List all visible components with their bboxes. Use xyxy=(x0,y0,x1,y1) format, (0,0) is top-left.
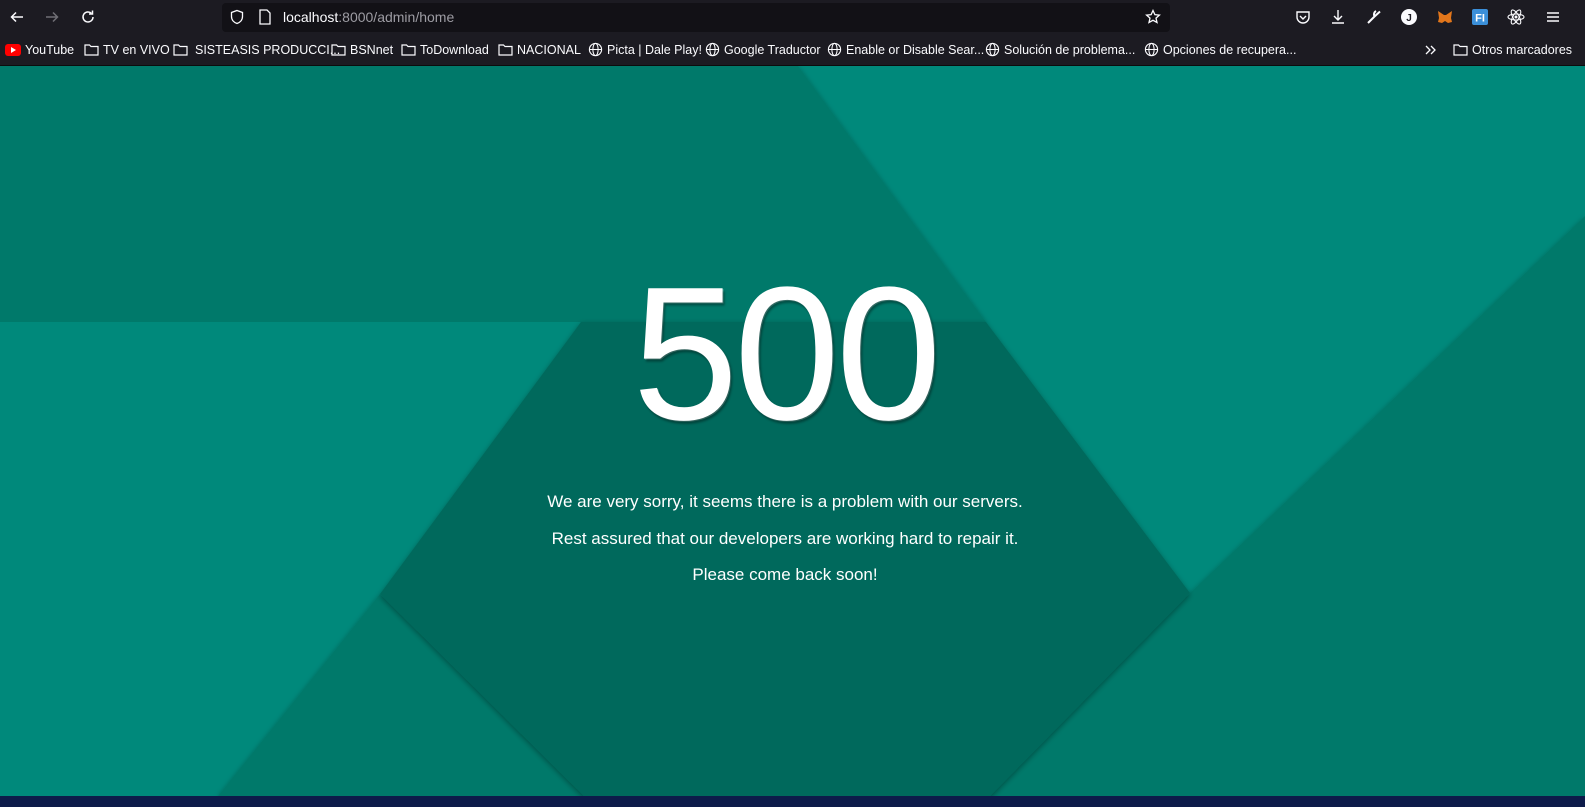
bookmark-enable-disable[interactable]: Enable or Disable Sear... xyxy=(827,34,984,65)
bookmark-label: Enable or Disable Sear... xyxy=(846,42,985,57)
bookmark-nacional[interactable]: NACIONAL xyxy=(498,34,581,65)
bookmarks-bar: YouTube TV en VIVO SISTEASIS PRODUCCI...… xyxy=(0,34,1585,66)
pocket-icon[interactable] xyxy=(1291,5,1315,29)
bookmark-label: Picta | Dale Play! xyxy=(607,42,702,57)
reload-icon[interactable] xyxy=(76,5,100,29)
folder-icon xyxy=(1453,44,1468,56)
bookmark-tv-en-vivo[interactable]: TV en VIVO xyxy=(84,34,170,65)
svg-text:FI: FI xyxy=(1475,13,1485,25)
folder-icon xyxy=(498,44,513,56)
browser-toolbar: localhost:8000/admin/home J FI xyxy=(0,0,1585,34)
window-bottom-edge xyxy=(0,796,1585,807)
url-text[interactable]: localhost:8000/admin/home xyxy=(283,3,454,32)
url-host: localhost xyxy=(283,9,339,25)
bookmark-youtube[interactable]: YouTube xyxy=(5,34,74,65)
forward-icon[interactable] xyxy=(40,5,64,29)
metamask-icon[interactable] xyxy=(1433,5,1457,29)
bookmark-picta[interactable]: Picta | Dale Play! xyxy=(588,34,702,65)
page-icon xyxy=(253,5,277,29)
star-icon[interactable] xyxy=(1141,5,1165,29)
bookmark-bsnnet[interactable]: BSNnet xyxy=(331,34,393,65)
globe-icon xyxy=(1144,42,1159,57)
globe-icon xyxy=(588,42,603,57)
bookmark-label: Solución de problema... xyxy=(1004,42,1136,57)
globe-icon xyxy=(985,42,1000,57)
globe-icon xyxy=(827,42,842,57)
folder-icon xyxy=(401,44,416,56)
react-icon[interactable] xyxy=(1504,5,1528,29)
folder-icon xyxy=(331,44,346,56)
globe-icon xyxy=(705,42,720,57)
wrench-icon[interactable] xyxy=(1362,5,1386,29)
error-message-line-3: Please come back soon! xyxy=(692,565,878,584)
folder-icon xyxy=(173,44,188,56)
back-icon[interactable] xyxy=(5,5,29,29)
bookmark-solucion[interactable]: Solución de problema... xyxy=(985,34,1135,65)
bookmark-label: TV en VIVO xyxy=(103,42,170,57)
bookmark-label: Otros marcadores xyxy=(1472,42,1573,57)
error-message-line-1: We are very sorry, it seems there is a p… xyxy=(547,492,1023,511)
menu-icon[interactable] xyxy=(1541,5,1565,29)
bookmark-label: BSNnet xyxy=(350,42,394,57)
bookmark-label: Google Traductor xyxy=(724,42,821,57)
bookmark-label: Opciones de recupera... xyxy=(1163,42,1297,57)
chevron-overflow-icon[interactable] xyxy=(1424,34,1442,65)
youtube-icon xyxy=(5,43,21,56)
url-bar[interactable]: localhost:8000/admin/home xyxy=(222,3,1170,32)
bookmark-label: ToDownload xyxy=(420,42,489,57)
download-icon[interactable] xyxy=(1326,5,1350,29)
bookmark-label: YouTube xyxy=(25,42,75,57)
bookmark-label: SISTEASIS PRODUCCI... xyxy=(195,42,341,57)
bookmark-sisteasis[interactable]: SISTEASIS PRODUCCI... xyxy=(173,34,340,65)
bookmark-todownload[interactable]: ToDownload xyxy=(401,34,489,65)
error-page: 500 We are very sorry, it seems there is… xyxy=(0,66,1585,796)
url-path: :8000/admin/home xyxy=(338,9,455,25)
bookmark-google-traductor[interactable]: Google Traductor xyxy=(705,34,821,65)
error-code: 500 xyxy=(632,248,941,460)
bookmark-otros-marcadores[interactable]: Otros marcadores xyxy=(1453,34,1572,65)
svg-text:J: J xyxy=(1406,13,1412,24)
bookmark-label: NACIONAL xyxy=(517,42,581,57)
bookmark-opciones[interactable]: Opciones de recupera... xyxy=(1144,34,1296,65)
account-icon[interactable]: J xyxy=(1397,5,1421,29)
extension-fi-icon[interactable]: FI xyxy=(1468,5,1492,29)
folder-icon xyxy=(84,44,99,56)
error-message-line-2: Rest assured that our developers are wor… xyxy=(551,529,1019,548)
shield-icon[interactable] xyxy=(225,5,249,29)
